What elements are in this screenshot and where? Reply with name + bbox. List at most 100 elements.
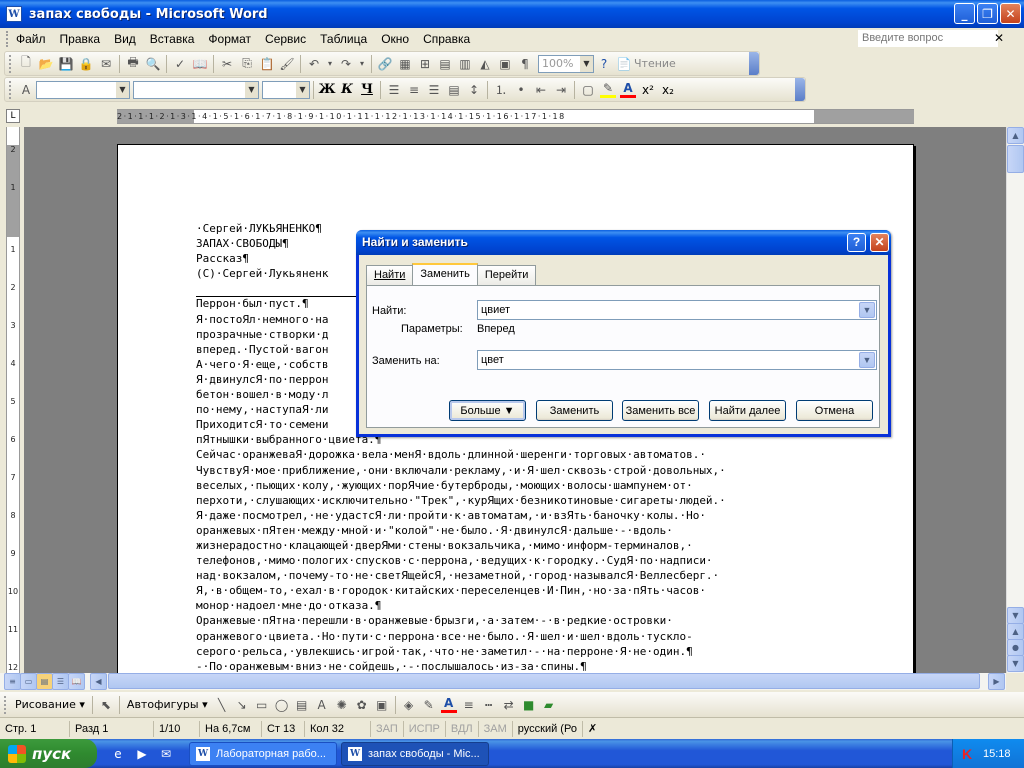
increase-indent-icon[interactable]: ⇥ (553, 82, 569, 98)
document-line[interactable]: серого·рельса,·увлекшись·игрой·так,·что·… (196, 644, 856, 659)
document-line[interactable]: Я·даже·посмотрел,·не·удастсЯ·ли·пройти·к… (196, 508, 856, 523)
text-box-icon[interactable]: ▤ (294, 697, 310, 713)
paste-icon[interactable]: 📋 (259, 56, 275, 72)
toolbar-options-chevron[interactable] (795, 78, 805, 101)
font-color-icon[interactable]: A (620, 81, 636, 98)
wordart-icon[interactable]: A (314, 697, 330, 713)
decrease-indent-icon[interactable]: ⇤ (533, 82, 549, 98)
autoshapes-menu-button[interactable]: Автофигуры ▾ (123, 698, 212, 711)
insert-table-icon[interactable]: ⊞ (417, 56, 433, 72)
menu-table[interactable]: Таблица (313, 32, 374, 46)
menu-view[interactable]: Вид (107, 32, 143, 46)
outline-view-button[interactable]: ☰ (52, 673, 69, 690)
font-select[interactable]: ▼ (133, 80, 259, 99)
toolbar-grip[interactable] (9, 80, 12, 99)
status-overtype[interactable]: ЗАМ (479, 720, 513, 737)
open-icon[interactable]: 📂 (38, 56, 54, 72)
line-style-icon[interactable]: ≡ (461, 697, 477, 713)
document-line[interactable]: оранжевых·пЯтен·между·мной·и·"колой"·не·… (196, 523, 856, 538)
line-spacing-icon[interactable]: ↕ (466, 82, 482, 98)
document-line[interactable]: оранжевого·цвиета.·Но·пути·с·перрона·все… (196, 629, 856, 644)
rectangle-icon[interactable]: ▭ (254, 697, 270, 713)
chevron-down-icon[interactable]: ▼ (859, 352, 875, 368)
close-document-icon[interactable]: ✕ (994, 31, 1004, 45)
undo-dropdown-icon[interactable]: ▾ (326, 56, 334, 72)
bullets-icon[interactable]: • (513, 82, 529, 98)
undo-icon[interactable]: ↶ (306, 56, 322, 72)
scroll-right-button[interactable]: ▶ (988, 673, 1005, 690)
replace-button[interactable]: Заменить (536, 400, 613, 421)
align-left-icon[interactable]: ☰ (386, 82, 402, 98)
scroll-up-button[interactable]: ▲ (1007, 127, 1024, 144)
find-input[interactable]: цвиет ▼ (477, 300, 877, 320)
insert-excel-icon[interactable]: ▤ (437, 56, 453, 72)
chevron-down-icon[interactable]: ▼ (245, 81, 258, 98)
scroll-left-button[interactable]: ◀ (90, 673, 107, 690)
horizontal-scrollbar[interactable]: ≡ ▭ ▤ ☰ 📖 ◀ ▶ (0, 673, 1006, 690)
document-line[interactable]: Я,·в·общем-то,·ехал·в·городок·китайских·… (196, 583, 856, 598)
dialog-title-bar[interactable]: Найти и заменить ? ✕ (356, 230, 891, 255)
arrow-style-icon[interactable]: ⇄ (501, 697, 517, 713)
chevron-down-icon[interactable]: ▼ (580, 55, 593, 72)
spelling-status-icon[interactable]: ✗ (583, 721, 602, 737)
replace-all-button[interactable]: Заменить все (622, 400, 699, 421)
outlook-icon[interactable]: ✉ (157, 745, 175, 763)
draw-menu-button[interactable]: Рисование ▾ (11, 698, 89, 711)
3d-style-icon[interactable]: ▰ (541, 697, 557, 713)
tab-replace[interactable]: Заменить (412, 263, 478, 285)
vertical-scrollbar[interactable]: ▲ ▼ ▲ ● ▼ (1006, 127, 1024, 673)
normal-view-button[interactable]: ≡ (4, 673, 21, 690)
status-extend[interactable]: ВДЛ (446, 720, 479, 737)
menu-insert[interactable]: Вставка (143, 32, 202, 46)
bold-button[interactable]: Ж (317, 81, 337, 99)
hyperlink-icon[interactable]: 🔗 (377, 56, 393, 72)
find-next-button[interactable]: Найти далее (709, 400, 786, 421)
menu-file[interactable]: Файл (14, 32, 53, 46)
chevron-down-icon[interactable]: ▼ (296, 81, 309, 98)
close-button[interactable]: ✕ (1000, 3, 1021, 24)
word-app-icon[interactable]: W (6, 6, 22, 22)
tables-borders-icon[interactable]: ▦ (397, 56, 413, 72)
read-button[interactable]: Чтение (634, 57, 676, 70)
drawing-icon[interactable]: ◭ (477, 56, 493, 72)
tab-goto[interactable]: Перейти (476, 265, 537, 285)
restore-button[interactable]: ❐ (977, 3, 998, 24)
arrow-icon[interactable]: ↘ (234, 697, 250, 713)
document-line[interactable]: Оранжевые·пЯтна·перешли·в·оранжевые·брыз… (196, 613, 856, 628)
vertical-scroll-thumb[interactable] (1007, 145, 1024, 173)
menubar-grip[interactable] (6, 30, 10, 47)
chevron-down-icon[interactable]: ▼ (116, 81, 129, 98)
numbering-icon[interactable]: ⒈ (493, 82, 509, 98)
task-lab-document[interactable]: W Лабораторная рабо... (189, 741, 337, 766)
picture-icon[interactable]: ▣ (374, 697, 390, 713)
clip-art-icon[interactable]: ✿ (354, 697, 370, 713)
read-mode-icon[interactable]: 📄 (616, 56, 632, 72)
print-icon[interactable]: 🖶 (125, 55, 141, 72)
media-player-icon[interactable]: ▶ (133, 745, 151, 763)
toolbar-grip[interactable] (4, 695, 7, 714)
menu-format[interactable]: Формат (201, 32, 258, 46)
document-line[interactable]: ЧувствуЯ·мое·приближение,·они·включали·р… (196, 463, 856, 478)
document-line[interactable]: монор·надоел·мне·до·отказа.¶ (196, 598, 856, 613)
borders-icon[interactable]: ▢ (580, 82, 596, 98)
document-line[interactable]: -·По·оранжевым·вниз·не·сойдешь,·-·послыш… (196, 659, 856, 673)
tab-find[interactable]: Найти (366, 265, 414, 285)
document-line[interactable]: веселых,·пьющих·колу,·жующих·порЯчие·бут… (196, 478, 856, 493)
menu-edit[interactable]: Правка (53, 32, 108, 46)
status-language[interactable]: русский (Ро (513, 720, 583, 737)
vertical-ruler[interactable]: 2 1 1 2 3 4 5 6 7 8 9 10 11 12 (6, 127, 20, 673)
toolbar-grip[interactable] (9, 54, 12, 73)
menu-help[interactable]: Справка (416, 32, 477, 46)
status-track-changes[interactable]: ИСПР (404, 720, 446, 737)
justify-icon[interactable]: ▤ (446, 82, 462, 98)
more-button[interactable]: Больше ▼ (449, 400, 526, 421)
permission-icon[interactable]: 🔒 (78, 56, 94, 72)
print-preview-icon[interactable]: 🔍 (145, 56, 161, 72)
menu-tools[interactable]: Сервис (258, 32, 313, 46)
document-line[interactable]: над·вокзалом,·почему-то·не·светЯщейсЯ,·н… (196, 568, 856, 583)
reading-view-button[interactable]: 📖 (68, 673, 85, 690)
document-line[interactable]: жизнерадостно·клацающей·дверЯми·стены·во… (196, 538, 856, 553)
document-map-icon[interactable]: ▣ (497, 56, 513, 72)
email-icon[interactable]: ✉ (98, 56, 114, 72)
align-right-icon[interactable]: ☰ (426, 82, 442, 98)
